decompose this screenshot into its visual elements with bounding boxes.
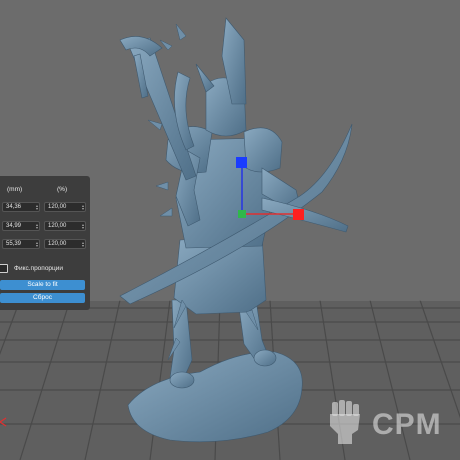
scale-z-percent-input[interactable]: 120,00 ▴ ▾ bbox=[44, 239, 86, 249]
spinner-arrows-icon[interactable]: ▴ ▾ bbox=[36, 241, 38, 248]
origin-axis-icon bbox=[0, 417, 7, 427]
3d-viewport[interactable]: (mm) (%) 34,36 ▴ ▾ 120,00 ▴ ▾ 34,99 ▴ ▾ 120… bbox=[0, 0, 460, 460]
unit-mm-header: (mm) bbox=[7, 186, 23, 193]
size-y-mm-value: 34,99 bbox=[6, 223, 22, 229]
spinner-arrows-icon[interactable]: ▴ ▾ bbox=[36, 223, 38, 230]
unit-percent-header: (%) bbox=[57, 186, 68, 193]
proportional-scale-checkbox[interactable] bbox=[0, 264, 8, 273]
spinner-arrows-icon[interactable]: ▴ ▾ bbox=[82, 241, 84, 248]
watermark: CPM bbox=[320, 398, 460, 448]
spinner-arrows-icon[interactable]: ▴ ▾ bbox=[82, 223, 84, 230]
scale-to-fit-button[interactable]: Scale to fit bbox=[0, 280, 85, 290]
size-z-mm-value: 55,39 bbox=[6, 241, 22, 247]
reset-scale-button[interactable]: Сброс bbox=[0, 293, 85, 303]
scale-panel: (mm) (%) 34,36 ▴ ▾ 120,00 ▴ ▾ 34,99 ▴ ▾ 120… bbox=[0, 176, 90, 310]
x-axis-handle[interactable] bbox=[293, 209, 304, 220]
size-x-mm-value: 34,36 bbox=[6, 204, 22, 210]
scale-y-percent-value: 120,00 bbox=[48, 223, 67, 229]
watermark-text: CPM bbox=[372, 408, 442, 441]
scale-x-percent-input[interactable]: 120,00 ▴ ▾ bbox=[44, 202, 86, 212]
raised-fist-icon bbox=[330, 400, 360, 444]
y-axis-handle[interactable] bbox=[238, 210, 246, 218]
spinner-arrows-icon[interactable]: ▴ ▾ bbox=[36, 204, 38, 211]
proportional-scale-row[interactable]: Фикс.пропорции bbox=[0, 264, 90, 274]
size-y-mm-input[interactable]: 34,99 ▴ ▾ bbox=[2, 221, 40, 231]
scale-z-percent-value: 120,00 bbox=[48, 241, 67, 247]
z-axis-handle[interactable] bbox=[236, 157, 247, 168]
spinner-arrows-icon[interactable]: ▴ ▾ bbox=[82, 204, 84, 211]
size-z-mm-input[interactable]: 55,39 ▴ ▾ bbox=[2, 239, 40, 249]
proportional-scale-label: Фикс.пропорции bbox=[14, 265, 64, 272]
scale-y-percent-input[interactable]: 120,00 ▴ ▾ bbox=[44, 221, 86, 231]
size-x-mm-input[interactable]: 34,36 ▴ ▾ bbox=[2, 202, 40, 212]
scale-x-percent-value: 120,00 bbox=[48, 204, 67, 210]
